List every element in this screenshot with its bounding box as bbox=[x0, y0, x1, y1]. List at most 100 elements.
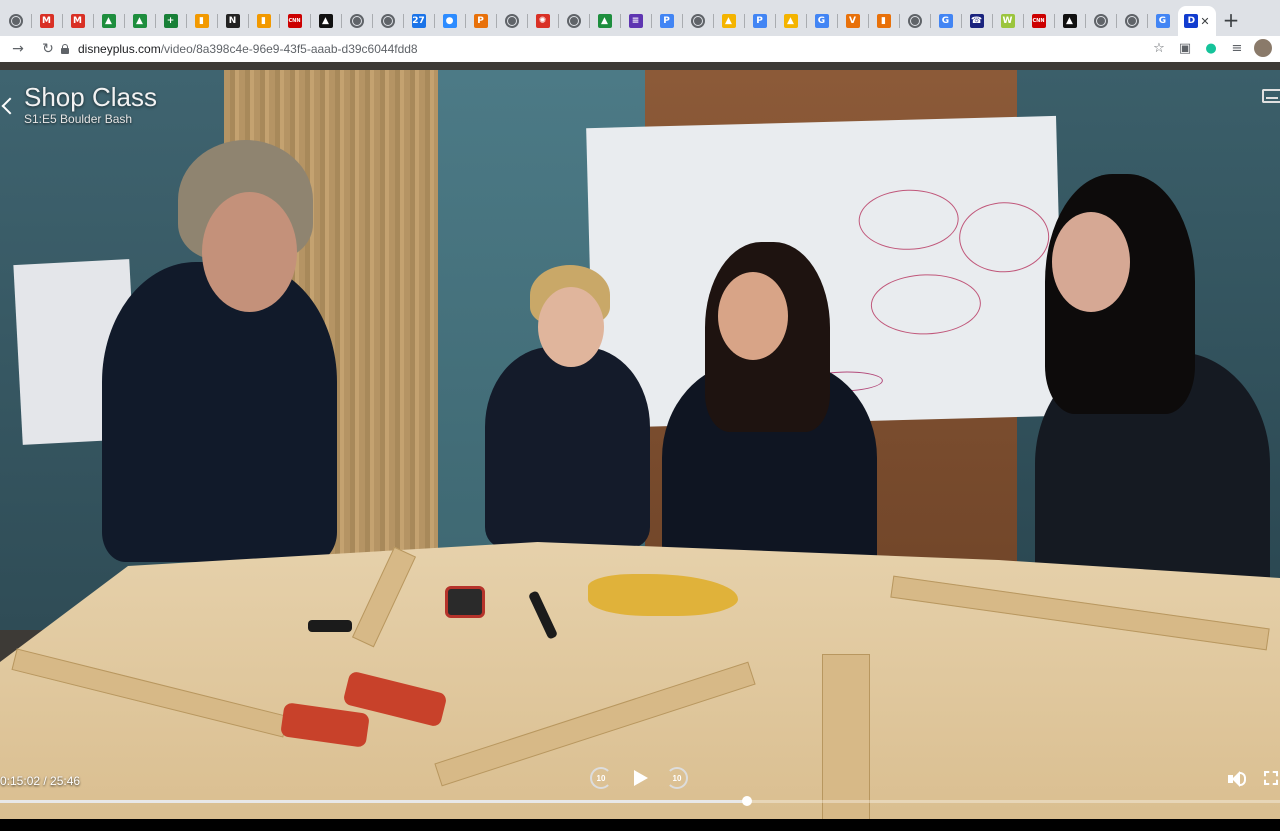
browser-tab[interactable] bbox=[341, 6, 372, 36]
episode-subtitle: S1:E5 Boulder Bash bbox=[24, 112, 133, 126]
browser-tab[interactable]: M bbox=[31, 6, 62, 36]
app-icon: ▲ bbox=[721, 14, 736, 28]
browser-tab[interactable]: ▲ bbox=[93, 6, 124, 36]
browser-tab[interactable]: CNN bbox=[1023, 6, 1054, 36]
app-icon: ▲ bbox=[1062, 14, 1077, 28]
disney-plus-icon: D bbox=[1184, 14, 1199, 28]
globe-icon bbox=[1093, 14, 1108, 28]
close-tab-icon[interactable]: ✕ bbox=[1200, 15, 1209, 28]
address-bar[interactable]: disneyplus.com/video/8a398c4e-96e9-43f5-… bbox=[60, 37, 1160, 61]
news-icon: N bbox=[225, 14, 240, 28]
browser-tab[interactable] bbox=[496, 6, 527, 36]
browser-tab[interactable] bbox=[372, 6, 403, 36]
grammarly-icon[interactable]: ● bbox=[1202, 39, 1220, 57]
browser-tab[interactable]: ▲ bbox=[713, 6, 744, 36]
browser-tab[interactable]: M bbox=[62, 6, 93, 36]
globe-icon bbox=[907, 14, 922, 28]
browser-tab[interactable]: P bbox=[465, 6, 496, 36]
globe-icon bbox=[380, 14, 395, 28]
new-tab-button[interactable]: + bbox=[1216, 8, 1246, 32]
person-host-face bbox=[202, 192, 297, 312]
cnn-icon: CNN bbox=[287, 14, 302, 28]
person-host bbox=[102, 262, 337, 562]
browser-tab[interactable]: ✺ bbox=[527, 6, 558, 36]
tab-strip: M M ▲ ▲ + ▮ N ▮ CNN ▲ 27 ● P ✺ ▲ ≡ P ▲ P ▲ G V ▮ G ☎ W CNN ▲ G D ✕ + bbox=[0, 0, 1280, 36]
browser-tab[interactable]: ☎ bbox=[961, 6, 992, 36]
browser-tab[interactable]: ▮ bbox=[248, 6, 279, 36]
back-button[interactable] bbox=[0, 92, 16, 120]
browser-tab[interactable] bbox=[899, 6, 930, 36]
url-host: disneyplus.com bbox=[78, 42, 161, 56]
globe-icon bbox=[566, 14, 581, 28]
browser-tab[interactable]: ▲ bbox=[775, 6, 806, 36]
app-icon: ✺ bbox=[535, 14, 550, 28]
browser-tab[interactable]: CNN bbox=[279, 6, 310, 36]
browser-tab[interactable]: N bbox=[217, 6, 248, 36]
browser-tab[interactable] bbox=[1116, 6, 1147, 36]
wood-plank bbox=[822, 654, 870, 831]
zoom-icon: ● bbox=[442, 14, 457, 28]
forward-button[interactable]: → bbox=[6, 41, 30, 57]
google-icon: G bbox=[1155, 14, 1170, 28]
globe-icon bbox=[8, 14, 23, 28]
person-girl-face bbox=[718, 272, 788, 360]
browser-tab[interactable]: V bbox=[837, 6, 868, 36]
browser-tab[interactable]: 27 bbox=[403, 6, 434, 36]
profile-avatar[interactable] bbox=[1254, 39, 1272, 57]
tape-measure bbox=[445, 586, 485, 618]
bookmark-star-icon[interactable]: ☆ bbox=[1150, 39, 1168, 57]
browser-tab[interactable]: ≡ bbox=[620, 6, 651, 36]
browser-tab[interactable]: G bbox=[1147, 6, 1178, 36]
browser-tab[interactable] bbox=[682, 6, 713, 36]
subtitles-button[interactable] bbox=[1262, 89, 1280, 103]
play-button[interactable] bbox=[626, 765, 652, 791]
browser-tab[interactable] bbox=[0, 6, 31, 36]
media-control-icon[interactable]: ≡ bbox=[1228, 39, 1246, 57]
video-frame bbox=[0, 62, 1280, 831]
app-icon: ☎ bbox=[969, 14, 984, 28]
gmail-icon: M bbox=[70, 14, 85, 28]
browser-tab[interactable]: ▮ bbox=[868, 6, 899, 36]
browser-tab[interactable]: ▲ bbox=[1054, 6, 1085, 36]
browser-tab[interactable]: ▲ bbox=[310, 6, 341, 36]
play-icon bbox=[633, 770, 648, 786]
person-woman-face bbox=[1052, 212, 1130, 312]
person-boy-face bbox=[538, 287, 604, 367]
browser-tab[interactable]: ▲ bbox=[124, 6, 155, 36]
app-icon: V bbox=[845, 14, 860, 28]
rewind-10-button[interactable]: 10 bbox=[588, 765, 614, 791]
browser-tab[interactable]: ▮ bbox=[186, 6, 217, 36]
forward-10-button[interactable]: 10 bbox=[664, 765, 690, 791]
browser-tab[interactable]: W bbox=[992, 6, 1023, 36]
reload-button[interactable]: ↻ bbox=[36, 41, 60, 57]
fullscreen-icon[interactable] bbox=[1264, 771, 1278, 785]
browser-tab[interactable]: G bbox=[806, 6, 837, 36]
url-path: /video/8a398c4e-96e9-43f5-aaab-d39c6044f… bbox=[160, 42, 418, 56]
browser-tab-active[interactable]: D ✕ bbox=[1178, 6, 1216, 36]
app-icon: P bbox=[473, 14, 488, 28]
person-boy bbox=[485, 347, 650, 547]
browser-tab[interactable]: G bbox=[930, 6, 961, 36]
url-text: disneyplus.com/video/8a398c4e-96e9-43f5-… bbox=[78, 42, 418, 56]
app-icon: W bbox=[1000, 14, 1015, 28]
lock-icon bbox=[60, 44, 70, 54]
progress-bar[interactable] bbox=[0, 796, 1280, 806]
calendar-icon: 27 bbox=[411, 14, 426, 28]
browser-toolbar: → ↻ disneyplus.com/video/8a398c4e-96e9-4… bbox=[0, 36, 1280, 62]
globe-icon bbox=[1124, 14, 1139, 28]
browser-tab[interactable]: ● bbox=[434, 6, 465, 36]
browser-tab[interactable]: ▲ bbox=[589, 6, 620, 36]
google-sheets-icon: + bbox=[163, 14, 178, 28]
browser-tab[interactable]: P bbox=[744, 6, 775, 36]
browser-tab[interactable] bbox=[558, 6, 589, 36]
browser-tab[interactable] bbox=[1085, 6, 1116, 36]
video-player[interactable]: Shop Class S1:E5 Boulder Bash 0:15:02 / … bbox=[0, 62, 1280, 831]
browser-tab[interactable]: P bbox=[651, 6, 682, 36]
extension-icon[interactable]: ▣ bbox=[1176, 39, 1194, 57]
app-icon: ≡ bbox=[628, 14, 643, 28]
app-icon: P bbox=[659, 14, 674, 28]
browser-tab[interactable]: + bbox=[155, 6, 186, 36]
progress-scrubber[interactable] bbox=[741, 796, 752, 806]
google-icon: G bbox=[814, 14, 829, 28]
app-icon: ▮ bbox=[876, 14, 891, 28]
